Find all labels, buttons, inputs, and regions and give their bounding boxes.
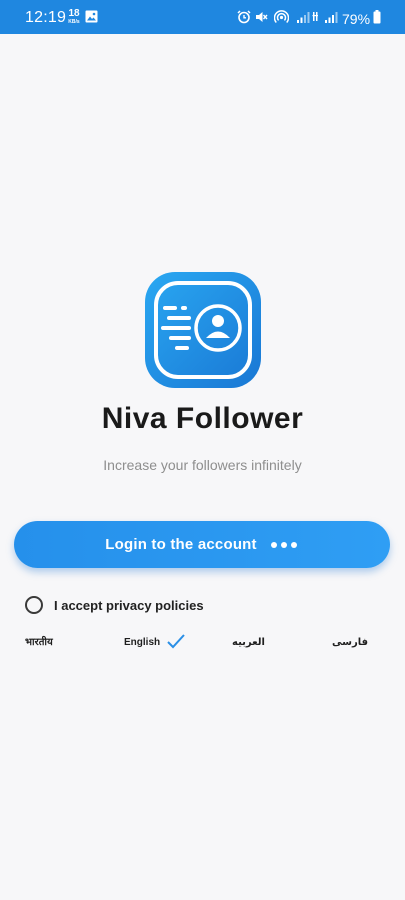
more-dots-icon [269, 541, 299, 548]
battery-icon [373, 10, 381, 29]
network-speed-indicator: 18 KB/s [66, 9, 82, 25]
network-speed-value: 18 [68, 8, 80, 19]
app-title: Niva Follower [101, 402, 304, 435]
mute-icon [254, 10, 268, 29]
battery-percentage: 79% [342, 11, 371, 27]
image-icon [85, 10, 98, 28]
network-speed-unit: KB/s [68, 19, 80, 25]
app-logo [143, 270, 263, 390]
alarm-icon [237, 10, 251, 29]
app-subtitle: Increase your followers infinitely [103, 457, 302, 473]
status-time: 12:19 [25, 9, 67, 26]
hotspot-icon [273, 10, 290, 29]
signal-icon [296, 10, 310, 29]
language-option-farsi[interactable]: فارسی [332, 635, 368, 651]
checkmark-icon [166, 633, 186, 654]
privacy-label: I accept privacy policies [54, 597, 204, 613]
privacy-policy-row[interactable]: I accept privacy policies [25, 594, 204, 616]
language-option-english[interactable]: English [124, 635, 160, 651]
privacy-checkbox[interactable] [25, 596, 43, 614]
language-option-bharatiya[interactable]: भारतीय [25, 635, 53, 651]
login-button[interactable]: Login to the account [14, 521, 390, 568]
status-bar: 12:19 18 KB/s 79% [0, 0, 405, 34]
signal-icon [312, 10, 338, 29]
language-option-arabic[interactable]: العربیه [232, 635, 265, 651]
login-button-label: Login to the account [105, 536, 257, 553]
